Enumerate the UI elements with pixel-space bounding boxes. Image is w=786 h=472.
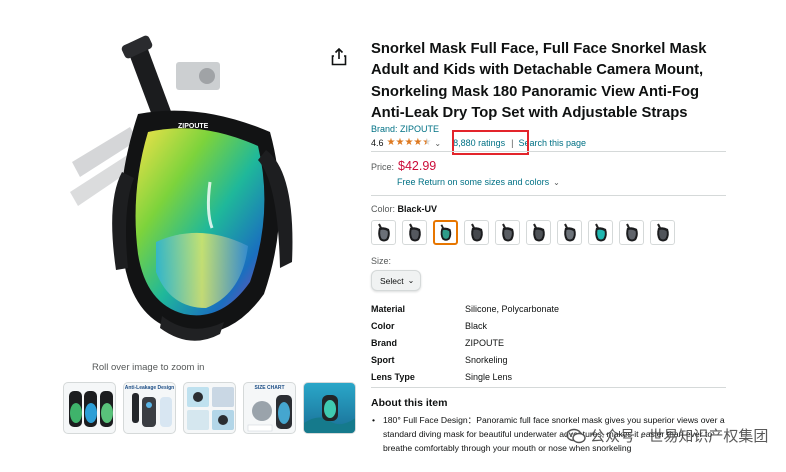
- color-value: Black-UV: [397, 204, 438, 214]
- divider: [371, 387, 726, 388]
- color-swatch-9[interactable]: [619, 220, 644, 245]
- color-swatch-7[interactable]: [557, 220, 582, 245]
- zoom-hint: Roll over image to zoom in: [92, 362, 205, 373]
- share-icon[interactable]: [331, 48, 347, 66]
- thumbnail-image: [69, 391, 113, 427]
- color-swatch-8[interactable]: [588, 220, 613, 245]
- swatch-mask-image: [502, 223, 514, 242]
- size-select[interactable]: Select ⌄: [371, 270, 421, 291]
- watermark: 公众号 · 世易知识产权集团: [566, 425, 768, 446]
- divider: [371, 151, 726, 152]
- spec-key: Sport: [371, 354, 395, 365]
- color-swatch-6[interactable]: [526, 220, 551, 245]
- spec-value: Snorkeling: [465, 354, 508, 365]
- swatch-mask-image: [564, 223, 576, 242]
- color-swatch-5[interactable]: [495, 220, 520, 245]
- spec-row: Brand ZIPOUTE: [371, 334, 701, 351]
- color-label: Color:: [371, 204, 396, 214]
- swatch-mask-image: [378, 223, 390, 242]
- thumbnail-image: [132, 393, 172, 427]
- watermark-text: 公众号 · 世易知识产权集团: [590, 428, 769, 445]
- spec-value: ZIPOUTE: [465, 337, 505, 348]
- spec-key: Brand: [371, 337, 398, 348]
- star-icon: ★: [386, 137, 396, 148]
- product-title: Snorkel Mask Full Face, Full Face Snorke…: [371, 41, 707, 121]
- size-label: Size:: [371, 256, 392, 266]
- color-swatch-3[interactable]: [433, 220, 458, 245]
- spec-row: Lens Type Single Lens: [371, 368, 701, 385]
- free-return-link[interactable]: Free Return on some sizes and colors ⌄: [397, 177, 560, 187]
- price-value: $42.99: [398, 159, 437, 173]
- swatch-mask-image: [533, 223, 545, 242]
- swatch-mask-image: [471, 223, 483, 242]
- star-rating[interactable]: ★ ★ ★ ★ ★: [387, 138, 432, 148]
- swatch-mask-image: [626, 223, 638, 242]
- spec-value: Silicone, Polycarbonate: [465, 303, 560, 314]
- spec-key: Color: [371, 320, 395, 331]
- color-selection-label: Color: Black-UV: [371, 204, 437, 214]
- size-select-value: Select: [380, 275, 404, 286]
- color-swatches: [371, 220, 675, 245]
- thumbnail-image: [304, 395, 355, 433]
- bullet-icon: •: [372, 415, 376, 425]
- color-swatch-10[interactable]: [650, 220, 675, 245]
- price-label: Price:: [371, 162, 395, 172]
- chevron-down-icon: ⌄: [407, 276, 415, 285]
- spec-row: Material Silicone, Polycarbonate: [371, 300, 701, 317]
- snorkel-mask-image: ZIPOUTE: [70, 35, 293, 341]
- spec-row: Color Black: [371, 317, 701, 334]
- mask-logo-text: ZIPOUTE: [178, 123, 209, 130]
- thumbnail-4[interactable]: SIZE CHART: [243, 382, 296, 434]
- color-swatch-4[interactable]: [464, 220, 489, 245]
- spec-key: Lens Type: [371, 371, 415, 382]
- color-swatch-2[interactable]: [402, 220, 427, 245]
- spec-value: Single Lens: [465, 371, 513, 382]
- star-icon: ★: [395, 137, 405, 148]
- swatch-mask-image: [409, 223, 421, 242]
- swatch-mask-image: [440, 224, 452, 241]
- thumbnail-1[interactable]: [63, 382, 116, 434]
- chevron-down-icon: ⌄: [553, 178, 560, 187]
- free-return-text: Free Return on some sizes and colors: [397, 177, 550, 187]
- thumbnail-2[interactable]: Anti-Leakage Design: [123, 382, 176, 434]
- thumbnail-strip: Anti-Leakage Design SIZE CHART: [63, 382, 356, 434]
- main-product-image[interactable]: ZIPOUTE: [60, 32, 325, 362]
- spec-value: Black: [465, 320, 488, 331]
- color-swatch-1[interactable]: [371, 220, 396, 245]
- rating-value: 4.6: [371, 138, 384, 148]
- wechat-icon: [566, 428, 586, 443]
- half-star-icon: ★: [422, 137, 432, 148]
- thumbnail-image: [247, 395, 292, 432]
- spec-key: Material: [371, 303, 406, 314]
- thumbnail-image: [187, 387, 234, 430]
- star-icon: ★: [413, 137, 423, 148]
- spec-row: Sport Snorkeling: [371, 351, 701, 368]
- divider: [371, 195, 726, 196]
- star-icon: ★: [404, 137, 414, 148]
- thumbnail-video[interactable]: [303, 382, 356, 434]
- price-row: Price: $42.99: [371, 159, 436, 173]
- thumbnail-3[interactable]: [183, 382, 236, 434]
- chevron-down-icon[interactable]: ⌄: [434, 139, 441, 148]
- specs-table: Material Silicone, Polycarbonate Color Bla…: [371, 300, 701, 385]
- brand-link[interactable]: Brand: ZIPOUTE: [371, 124, 439, 134]
- about-this-item-heading: About this item: [371, 397, 448, 409]
- swatch-mask-image: [657, 223, 669, 242]
- swatch-mask-image: [595, 223, 607, 242]
